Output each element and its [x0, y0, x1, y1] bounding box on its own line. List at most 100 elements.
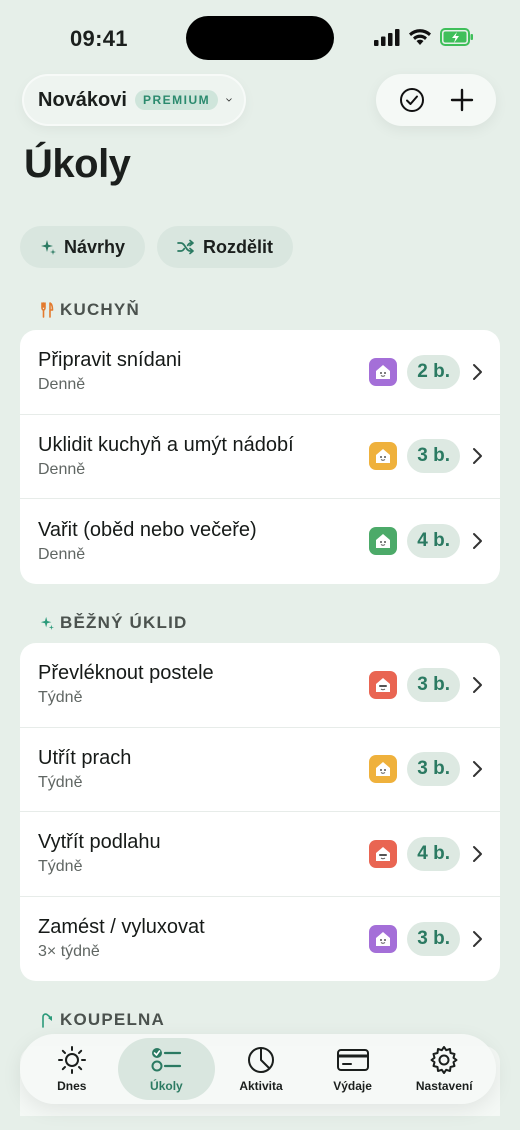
task-text: Vařit (oběd nebo večeře) Denně: [38, 519, 369, 564]
task-title: Zamést / vyluxovat: [38, 916, 205, 939]
house-face-icon: [376, 534, 391, 549]
section-header-cleaning: BĚŽNÝ ÚKLID: [40, 613, 187, 633]
suggestions-chip[interactable]: Návrhy: [20, 226, 146, 268]
header-actions: [376, 74, 496, 126]
house-face-icon: [376, 931, 391, 946]
pie-chart-icon: [247, 1047, 274, 1073]
tab-activity[interactable]: Aktivita: [215, 1038, 307, 1100]
assignee-avatar: [369, 442, 398, 471]
assignee-avatar: [369, 357, 398, 386]
task-title: Utřít prach: [38, 746, 132, 769]
tab-expenses[interactable]: Výdaje: [307, 1038, 399, 1100]
task-row[interactable]: Připravit snídani Denně 2 b.: [20, 330, 500, 415]
assignee-avatar: [369, 755, 398, 784]
task-row[interactable]: Zamést / vyluxovat 3× týdně 3 b.: [20, 897, 500, 982]
wifi-icon: [409, 29, 431, 45]
chevron-down-icon: [226, 98, 232, 102]
section-header-kitchen: KUCHYŇ: [40, 300, 140, 320]
tab-settings[interactable]: Nastavení: [398, 1038, 490, 1100]
sparkle-icon: [40, 616, 54, 630]
chevron-right-icon: [473, 448, 482, 465]
status-time: 09:41: [70, 26, 128, 51]
section-title: KUCHYŇ: [60, 300, 140, 319]
task-frequency: 3× týdně: [38, 943, 100, 961]
task-row[interactable]: Uklidit kuchyň a umýt nádobí Denně 3 b.: [20, 415, 500, 499]
section-title: KOUPELNA: [60, 1010, 165, 1029]
assignee-avatar: [369, 924, 398, 953]
household-switcher[interactable]: Novákovi PREMIUM: [24, 76, 244, 124]
tab-label: Výdaje: [333, 1079, 372, 1093]
chip-label: Návrhy: [64, 236, 126, 257]
task-title: Uklidit kuchyň a umýt nádobí: [38, 433, 294, 456]
points-badge: 4 b.: [407, 836, 460, 871]
tab-bar: Dnes Úkoly Aktivita Výdaje Nastavení: [20, 1034, 496, 1104]
points-badge: 3 b.: [407, 752, 460, 787]
household-name: Novákovi: [38, 88, 127, 111]
house-face-icon: [376, 449, 391, 464]
task-title: Připravit snídani: [38, 349, 182, 372]
gear-icon: [430, 1046, 458, 1074]
section-title: BĚŽNÝ ÚKLID: [60, 613, 188, 632]
house-face-icon: [376, 364, 391, 379]
points-badge: 3 b.: [407, 439, 460, 474]
distribute-chip[interactable]: Rozdělit: [157, 226, 294, 268]
chevron-right-icon: [473, 930, 482, 947]
chip-label: Rozdělit: [203, 236, 274, 257]
dynamic-island: [186, 16, 334, 60]
chevron-right-icon: [473, 676, 482, 693]
points-badge: 2 b.: [407, 354, 460, 389]
task-text: Vytřít podlahu Týdně: [38, 831, 369, 876]
house-face-icon: [376, 846, 391, 861]
task-frequency: Denně: [38, 545, 86, 563]
shower-icon: [42, 1013, 52, 1028]
sparkle-icon: [41, 240, 56, 255]
status-icons: [374, 28, 474, 46]
task-card-kitchen: Připravit snídani Denně 2 b. Uklidit kuc…: [20, 330, 500, 584]
assignee-avatar: [369, 670, 398, 699]
status-bar: 09:41: [0, 0, 520, 76]
task-card-cleaning: Převléknout postele Týdně 3 b. Utřít pra…: [20, 643, 500, 981]
signal-icon: [374, 29, 400, 46]
task-frequency: Týdně: [38, 858, 83, 876]
task-text: Připravit snídani Denně: [38, 349, 369, 394]
task-row[interactable]: Vařit (oběd nebo večeře) Denně 4 b.: [20, 499, 500, 584]
task-frequency: Týdně: [38, 689, 83, 707]
tab-tasks[interactable]: Úkoly: [117, 1038, 216, 1100]
card-icon: [336, 1049, 369, 1071]
task-title: Vařit (oběd nebo večeře): [38, 518, 257, 541]
task-row[interactable]: Převléknout postele Týdně 3 b.: [20, 643, 500, 728]
shuffle-icon: [177, 239, 194, 255]
battery-icon: [440, 28, 473, 46]
section-header-bathroom: KOUPELNA: [40, 1010, 165, 1030]
points-badge: 3 b.: [407, 667, 460, 702]
sun-icon: [57, 1046, 86, 1074]
task-text: Zamést / vyluxovat 3× týdně: [38, 916, 369, 961]
premium-badge: PREMIUM: [134, 90, 219, 110]
check-circle-icon[interactable]: [399, 87, 425, 113]
task-text: Utřít prach Týdně: [38, 747, 369, 792]
chevron-right-icon: [473, 761, 482, 778]
task-title: Převléknout postele: [38, 662, 214, 685]
task-frequency: Denně: [38, 460, 86, 478]
task-row[interactable]: Vytřít podlahu Týdně 4 b.: [20, 812, 500, 897]
page-title: Úkoly: [24, 142, 131, 186]
task-text: Převléknout postele Týdně: [38, 662, 369, 707]
house-face-icon: [376, 762, 391, 777]
task-frequency: Týdně: [38, 773, 83, 791]
tab-label: Úkoly: [150, 1079, 183, 1093]
add-icon[interactable]: [450, 88, 474, 112]
tab-today[interactable]: Dnes: [26, 1038, 118, 1100]
chevron-right-icon: [473, 845, 482, 862]
points-badge: 3 b.: [407, 921, 460, 956]
assignee-avatar: [369, 839, 398, 868]
chevron-right-icon: [473, 533, 482, 550]
task-text: Uklidit kuchyň a umýt nádobí Denně: [38, 434, 369, 479]
tab-label: Nastavení: [415, 1079, 473, 1093]
points-badge: 4 b.: [407, 524, 460, 559]
tab-label: Dnes: [57, 1079, 87, 1093]
checklist-icon: [151, 1048, 182, 1072]
tab-label: Aktivita: [239, 1079, 283, 1093]
task-frequency: Denně: [38, 376, 86, 394]
task-title: Vytřít podlahu: [38, 831, 161, 854]
task-row[interactable]: Utřít prach Týdně 3 b.: [20, 728, 500, 812]
